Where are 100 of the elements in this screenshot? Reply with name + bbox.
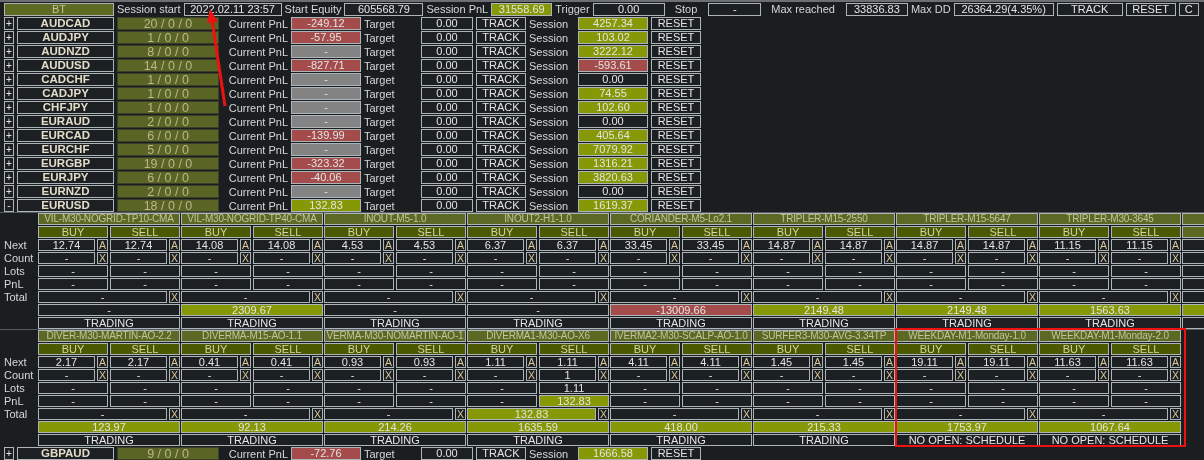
reset-button[interactable]: RESET [651, 157, 701, 170]
auto-button[interactable]: A [598, 239, 609, 251]
buy-button[interactable]: BUY [181, 226, 251, 238]
reset-button[interactable]: RESET [651, 73, 701, 86]
track-button[interactable]: TRACK [476, 45, 526, 58]
auto-button[interactable]: A [526, 239, 537, 251]
buy-button[interactable]: BUY [324, 226, 394, 238]
auto-button[interactable]: A [1027, 239, 1038, 251]
sell-button[interactable]: SELL [682, 343, 752, 355]
close-button[interactable]: X [812, 252, 823, 264]
target-field[interactable]: 0.00 [421, 447, 473, 460]
auto-button[interactable]: A [741, 356, 752, 368]
track-button[interactable]: TRACK [1056, 2, 1123, 16]
close-button[interactable]: X [598, 252, 609, 264]
auto-button[interactable]: A [526, 356, 537, 368]
close-button[interactable]: X [1027, 369, 1038, 381]
auto-button[interactable]: A [1098, 356, 1109, 368]
sell-button[interactable]: SELL [539, 226, 609, 238]
sell-button[interactable]: SELL [968, 343, 1038, 355]
track-button[interactable]: TRACK [476, 185, 526, 198]
close-button[interactable]: X [812, 369, 823, 381]
close-button[interactable]: X [526, 252, 537, 264]
reset-button[interactable]: RESET [651, 115, 701, 128]
close-button[interactable]: X [240, 369, 251, 381]
expand-button[interactable]: + [4, 87, 14, 100]
close-button[interactable]: X [741, 252, 752, 264]
auto-button[interactable]: A [240, 356, 251, 368]
close-button[interactable]: X [1170, 369, 1181, 381]
auto-button[interactable]: A [97, 356, 108, 368]
auto-button[interactable]: A [884, 356, 895, 368]
auto-button[interactable]: A [383, 356, 394, 368]
target-field[interactable]: 0.00 [421, 87, 473, 100]
close-button[interactable]: X [240, 252, 251, 264]
target-field[interactable]: 0.00 [421, 143, 473, 156]
reset-button[interactable]: RESET [651, 129, 701, 142]
sell-button[interactable]: SELL [1111, 343, 1181, 355]
auto-button[interactable]: A [955, 239, 966, 251]
target-field[interactable]: 0.00 [421, 17, 473, 30]
auto-button[interactable]: A [455, 239, 466, 251]
target-field[interactable]: 0.00 [421, 115, 473, 128]
expand-button[interactable]: + [4, 73, 14, 86]
sell-button[interactable]: SELL [396, 226, 466, 238]
close-button[interactable]: X [455, 408, 466, 420]
auto-button[interactable]: A [669, 356, 680, 368]
close-button[interactable]: X [598, 291, 609, 303]
close-button[interactable]: X [526, 369, 537, 381]
track-button[interactable]: TRACK [476, 73, 526, 86]
close-button[interactable]: X [741, 369, 752, 381]
close-button[interactable]: X [169, 369, 180, 381]
close-button[interactable]: X [669, 252, 680, 264]
track-button[interactable]: TRACK [476, 17, 526, 30]
close-button[interactable]: X [1027, 408, 1038, 420]
auto-button[interactable]: A [240, 239, 251, 251]
buy-button[interactable]: BUY [896, 343, 966, 355]
reset-button[interactable]: RESET [651, 45, 701, 58]
stop-field[interactable]: - [708, 2, 762, 16]
sell-button[interactable]: SELL [253, 343, 323, 355]
buy-button[interactable]: BUY [467, 343, 537, 355]
reset-button[interactable]: RESET [651, 87, 701, 100]
auto-button[interactable]: A [812, 356, 823, 368]
close-button[interactable]: X [97, 252, 108, 264]
close-button[interactable]: X [741, 408, 752, 420]
track-button[interactable]: TRACK [476, 59, 526, 72]
sell-button[interactable]: SELL [1111, 226, 1181, 238]
buy-button[interactable]: BUY [1039, 343, 1109, 355]
track-button[interactable]: TRACK [476, 199, 526, 212]
target-field[interactable]: 0.00 [421, 199, 473, 212]
buy-button[interactable]: BUY [181, 343, 251, 355]
auto-button[interactable]: A [1027, 356, 1038, 368]
expand-button[interactable]: + [4, 143, 14, 156]
auto-button[interactable]: A [884, 239, 895, 251]
track-button[interactable]: TRACK [476, 101, 526, 114]
auto-button[interactable]: A [1170, 356, 1181, 368]
buy-button[interactable]: BUY [896, 226, 966, 238]
track-button[interactable]: TRACK [476, 143, 526, 156]
close-button[interactable]: X [1170, 291, 1181, 303]
reset-button[interactable]: RESET [651, 185, 701, 198]
auto-button[interactable]: A [97, 239, 108, 251]
close-button[interactable]: X [884, 291, 895, 303]
expand-button[interactable]: + [4, 45, 14, 58]
auto-button[interactable]: A [169, 356, 180, 368]
expand-button[interactable]: - [4, 199, 14, 212]
sell-button[interactable]: SELL [968, 226, 1038, 238]
close-button[interactable]: X [383, 252, 394, 264]
track-button[interactable]: TRACK [476, 129, 526, 142]
reset-button[interactable]: RESET [651, 17, 701, 30]
sell-button[interactable]: SELL [253, 226, 323, 238]
close-button[interactable]: X [1027, 291, 1038, 303]
close-button[interactable]: X [1098, 252, 1109, 264]
expand-button[interactable]: + [4, 447, 14, 460]
auto-button[interactable]: A [669, 239, 680, 251]
expand-button[interactable]: + [4, 157, 14, 170]
close-button[interactable]: X [312, 252, 323, 264]
auto-button[interactable]: A [169, 239, 180, 251]
close-button[interactable]: X [884, 369, 895, 381]
auto-button[interactable]: A [383, 239, 394, 251]
expand-button[interactable]: + [4, 115, 14, 128]
close-button[interactable]: X [598, 408, 609, 420]
close-button[interactable]: X [312, 291, 323, 303]
reset-button[interactable]: RESET [651, 59, 701, 72]
